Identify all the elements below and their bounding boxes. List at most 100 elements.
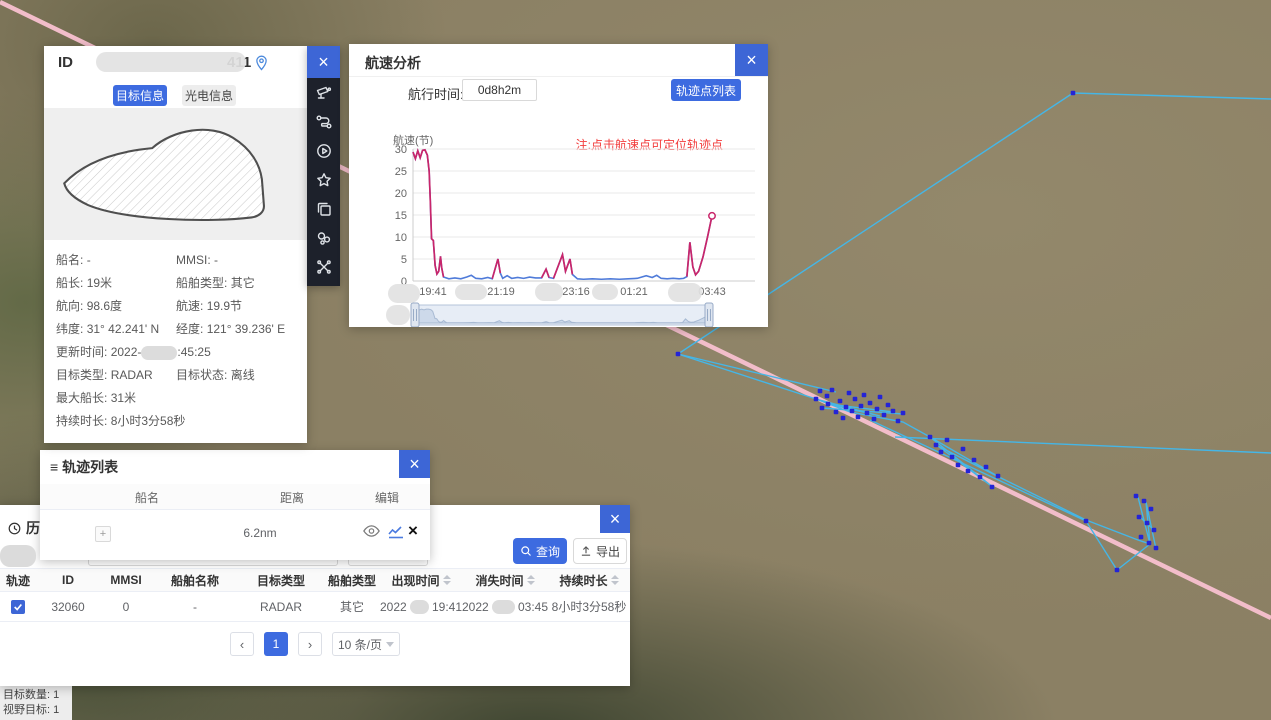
map-track-point[interactable] bbox=[868, 401, 873, 406]
map-track-point[interactable] bbox=[901, 411, 906, 416]
map-track-point[interactable] bbox=[945, 438, 950, 443]
locate-pin-icon[interactable] bbox=[255, 55, 268, 71]
map-track-point[interactable] bbox=[676, 352, 681, 357]
map-track-point[interactable] bbox=[984, 465, 989, 470]
map-track-point[interactable] bbox=[1137, 515, 1142, 520]
map-track-point[interactable] bbox=[1154, 546, 1159, 551]
route-icon[interactable] bbox=[307, 107, 340, 136]
map-track-point[interactable] bbox=[826, 402, 831, 407]
map-track-point[interactable] bbox=[939, 450, 944, 455]
map-track-point[interactable] bbox=[859, 404, 864, 409]
camera-icon[interactable] bbox=[307, 78, 340, 107]
map-track-point[interactable] bbox=[838, 399, 843, 404]
copy-icon[interactable] bbox=[307, 194, 340, 223]
col-edit: 编辑 bbox=[375, 489, 399, 506]
map-track-point[interactable] bbox=[1147, 541, 1152, 546]
map-track-point[interactable] bbox=[1115, 568, 1120, 573]
map-track-point[interactable] bbox=[990, 485, 995, 490]
redaction-patch bbox=[455, 284, 487, 300]
map-track-point[interactable] bbox=[878, 395, 883, 400]
update-time-row: 更新时间: 2022-:45:25 bbox=[56, 341, 296, 364]
info-close-button[interactable]: × bbox=[307, 46, 340, 78]
favorite-star-icon[interactable] bbox=[307, 165, 340, 194]
map-track-point[interactable] bbox=[1139, 535, 1144, 540]
redaction-patch bbox=[668, 283, 702, 302]
map-track-point[interactable] bbox=[934, 443, 939, 448]
map-track-point[interactable] bbox=[1071, 91, 1076, 96]
map-track-point[interactable] bbox=[818, 389, 823, 394]
sort-icon[interactable] bbox=[443, 575, 451, 585]
col-duration[interactable]: 持续时长 bbox=[548, 569, 630, 591]
map-track-point[interactable] bbox=[966, 469, 971, 474]
sort-icon[interactable] bbox=[611, 575, 619, 585]
map-track-point[interactable] bbox=[961, 447, 966, 452]
map-track-point[interactable] bbox=[865, 411, 870, 416]
map-track-point[interactable] bbox=[825, 394, 830, 399]
map-track-point[interactable] bbox=[875, 407, 880, 412]
map-track-point[interactable] bbox=[886, 403, 891, 408]
row-checkbox[interactable] bbox=[11, 600, 25, 614]
svg-text:03:43: 03:43 bbox=[698, 286, 726, 298]
map-track-point[interactable] bbox=[862, 393, 867, 398]
map-track-point[interactable] bbox=[1142, 499, 1147, 504]
redaction-patch bbox=[592, 284, 618, 300]
map-track-point[interactable] bbox=[1145, 521, 1150, 526]
map-track-point[interactable] bbox=[844, 405, 849, 410]
export-button[interactable]: 导出 bbox=[573, 538, 627, 564]
col-appear-time[interactable]: 出现时间 bbox=[380, 569, 462, 591]
expand-button[interactable]: + bbox=[95, 526, 111, 542]
col-disappear-time[interactable]: 消失时间 bbox=[462, 569, 548, 591]
map-track-point[interactable] bbox=[950, 455, 955, 460]
status-bar: 目标数量: 1 视野目标: 1 bbox=[0, 686, 72, 720]
datazoom-left-handle[interactable] bbox=[411, 303, 419, 327]
tab-target-info[interactable]: 目标信息 bbox=[113, 85, 167, 106]
map-track-point[interactable] bbox=[1152, 528, 1157, 533]
map-track-point[interactable] bbox=[956, 463, 961, 468]
page-size-select[interactable]: 10 条/页 bbox=[332, 632, 400, 656]
cell-appear-time: 202219:41 bbox=[380, 592, 462, 621]
map-track-point[interactable] bbox=[847, 391, 852, 396]
map-track-point[interactable] bbox=[896, 419, 901, 424]
map-track-point[interactable] bbox=[1134, 494, 1139, 499]
speed-chart-icon[interactable] bbox=[388, 525, 404, 542]
map-track-point[interactable] bbox=[853, 397, 858, 402]
map-track-point[interactable] bbox=[841, 416, 846, 421]
map-track-point[interactable] bbox=[834, 410, 839, 415]
map-track-point[interactable] bbox=[972, 458, 977, 463]
target-detail-fields: 船名: -MMSI: - 船长: 19米船舶类型: 其它 航向: 98.6度航速… bbox=[56, 249, 296, 433]
query-button[interactable]: 查询 bbox=[513, 538, 567, 564]
maritime-surveillance-app: { "target_panel": { "title_prefix": "ID"… bbox=[0, 0, 1271, 720]
devices-icon[interactable] bbox=[307, 223, 340, 252]
map-track-point[interactable] bbox=[928, 435, 933, 440]
map-track-point[interactable] bbox=[856, 415, 861, 420]
map-track-point[interactable] bbox=[872, 417, 877, 422]
view-eye-icon[interactable] bbox=[363, 524, 380, 541]
track-list-panel: ≡轨迹列表 × 船名 距离 编辑 + 6.2nm × bbox=[40, 450, 430, 560]
sort-icon[interactable] bbox=[527, 575, 535, 585]
map-track-point[interactable] bbox=[978, 475, 983, 480]
map-track-point[interactable] bbox=[891, 409, 896, 414]
next-page-button[interactable]: › bbox=[298, 632, 322, 656]
map-track-point[interactable] bbox=[814, 397, 819, 402]
map-track-point[interactable] bbox=[830, 388, 835, 393]
map-track-point[interactable] bbox=[1149, 507, 1154, 512]
cell-ship-name: - bbox=[152, 592, 238, 621]
map-track-point[interactable] bbox=[996, 474, 1001, 479]
history-play-icon[interactable] bbox=[307, 136, 340, 165]
history-close-button[interactable]: × bbox=[600, 505, 630, 533]
prev-page-button[interactable]: ‹ bbox=[230, 632, 254, 656]
col-track: 轨迹 bbox=[0, 569, 36, 591]
map-track-point[interactable] bbox=[882, 413, 887, 418]
datazoom-right-handle[interactable] bbox=[705, 303, 713, 327]
ship-silhouette-image bbox=[44, 108, 307, 240]
current-page-button[interactable]: 1 bbox=[264, 632, 288, 656]
map-track-point[interactable] bbox=[1084, 519, 1089, 524]
delete-icon[interactable]: × bbox=[408, 521, 418, 541]
tab-optical-info[interactable]: 光电信息 bbox=[182, 85, 236, 106]
track-list-close-button[interactable]: × bbox=[399, 450, 430, 478]
ship-hull-drawing bbox=[57, 116, 295, 232]
tools-icon[interactable] bbox=[307, 252, 340, 281]
map-track-point[interactable] bbox=[850, 409, 855, 414]
map-toolbar: × bbox=[307, 46, 340, 286]
map-track-point[interactable] bbox=[820, 406, 825, 411]
